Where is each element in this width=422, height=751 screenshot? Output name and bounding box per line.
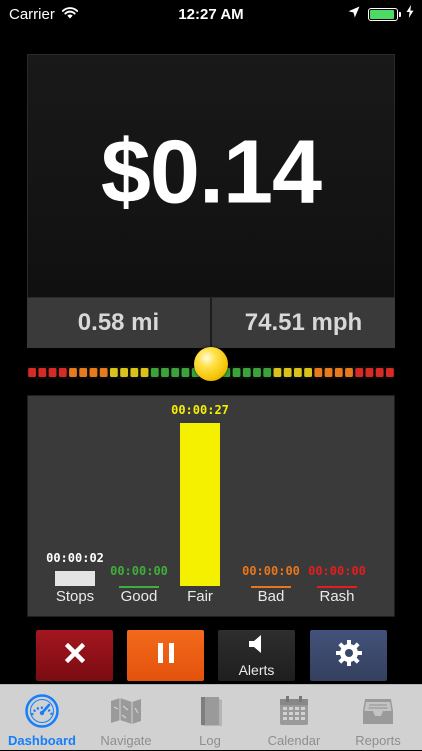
time-label-good: Good xyxy=(120,588,158,605)
tab-dashboard[interactable]: Dashboard xyxy=(0,685,84,751)
meter-segment xyxy=(355,368,364,377)
tab-log[interactable]: Log xyxy=(168,685,252,751)
meter-segment xyxy=(293,368,302,377)
alerts-label: Alerts xyxy=(238,662,275,678)
control-toolbar: Alerts xyxy=(0,627,422,684)
meter-segment xyxy=(69,368,77,377)
battery-fill xyxy=(370,9,394,19)
tab-label-reports: Reports xyxy=(355,733,401,748)
meter-segment xyxy=(109,368,118,377)
trip-cost: $0.14 xyxy=(100,122,322,223)
meter-segment xyxy=(314,368,323,377)
meter-segment xyxy=(28,368,37,377)
battery-icon xyxy=(368,7,401,21)
location-arrow-icon xyxy=(348,5,360,23)
status-bar: Carrier 12:27 AM xyxy=(0,0,422,30)
time-value-rash: 00:00:00 xyxy=(308,564,366,578)
tab-navigate[interactable]: Navigate xyxy=(84,685,168,751)
calendar-icon xyxy=(276,693,312,729)
meter-segment xyxy=(89,368,98,377)
time-value-good: 00:00:00 xyxy=(110,564,168,578)
time-bar-bad: 00:00:00 Bad xyxy=(239,396,303,616)
meter-segment xyxy=(232,368,241,377)
meter-segment xyxy=(171,368,180,377)
meter-segment xyxy=(99,368,108,377)
stop-trip-button[interactable] xyxy=(36,630,113,681)
tab-reports[interactable]: Reports xyxy=(336,685,420,751)
speaker-icon xyxy=(246,633,268,660)
meter-segment xyxy=(120,368,129,377)
bar-stops xyxy=(55,571,95,586)
meter-knob xyxy=(194,347,228,381)
driving-time-chart: 00:00:02 Stops 00:00:00 Good 00:00:27 Fair 00:… xyxy=(27,395,395,617)
meter-segment xyxy=(375,368,384,377)
time-value-stops: 00:00:02 xyxy=(46,551,104,565)
book-icon xyxy=(192,693,228,729)
speedometer-icon xyxy=(24,693,60,729)
time-label-fair: Fair xyxy=(187,588,213,605)
pause-trip-button[interactable] xyxy=(127,630,204,681)
map-icon xyxy=(108,693,144,729)
meter-segment xyxy=(58,368,67,377)
time-bar-fair: 00:00:27 Fair xyxy=(168,396,232,616)
tab-label-calendar: Calendar xyxy=(267,733,321,748)
inbox-tray-icon xyxy=(360,693,396,729)
meter-segment xyxy=(345,368,353,377)
cost-panel: $0.14 xyxy=(27,54,395,298)
tab-label-dashboard: Dashboard xyxy=(8,733,76,748)
status-right xyxy=(348,5,414,23)
meter-segment xyxy=(140,368,149,377)
charging-bolt-icon xyxy=(406,5,414,23)
meter-segment xyxy=(385,368,394,377)
tab-label-log: Log xyxy=(199,733,221,748)
meter-segment xyxy=(273,368,282,377)
trip-distance: 0.58 mi xyxy=(77,309,160,336)
battery-tip xyxy=(399,11,401,17)
settings-button[interactable] xyxy=(310,630,387,681)
meter-segment xyxy=(263,368,272,377)
meter-segment xyxy=(253,368,261,377)
tab-label-navigate: Navigate xyxy=(100,733,152,748)
tab-calendar[interactable]: Calendar xyxy=(252,685,336,751)
meter-segment xyxy=(334,368,343,377)
meter-segment xyxy=(130,368,139,377)
tab-bar: Dashboard Navigate Log Calendar Reports xyxy=(0,684,422,750)
time-value-fair: 00:00:27 xyxy=(171,403,229,417)
meter-segment xyxy=(38,368,47,377)
time-bar-stops: 00:00:02 Stops xyxy=(43,396,107,616)
alerts-button[interactable]: Alerts xyxy=(218,630,295,681)
time-bar-rash: 00:00:00 Rash xyxy=(305,396,369,616)
pause-icon xyxy=(156,642,176,669)
meter-segment xyxy=(283,368,292,377)
time-label-bad: Bad xyxy=(257,588,285,605)
meter-segment xyxy=(161,368,169,377)
meter-segment xyxy=(181,368,190,377)
meter-segment xyxy=(304,368,313,377)
time-value-bad: 00:00:00 xyxy=(242,564,300,578)
meter-segment xyxy=(79,368,88,377)
meter-segment xyxy=(150,368,159,377)
meter-segment xyxy=(365,368,374,377)
trip-speed: 74.51 mph xyxy=(210,298,395,348)
time-label-rash: Rash xyxy=(319,588,355,605)
gear-icon xyxy=(335,639,363,672)
meter-segment xyxy=(48,368,57,377)
time-label-stops: Stops xyxy=(55,588,95,605)
trip-stats-row: 0.58 mi 74.51 mph xyxy=(27,298,395,348)
meter-segment xyxy=(242,368,251,377)
time-bar-good: 00:00:00 Good xyxy=(107,396,171,616)
meter-segment xyxy=(324,368,333,377)
bar-fair xyxy=(180,423,220,586)
x-icon xyxy=(64,642,85,668)
